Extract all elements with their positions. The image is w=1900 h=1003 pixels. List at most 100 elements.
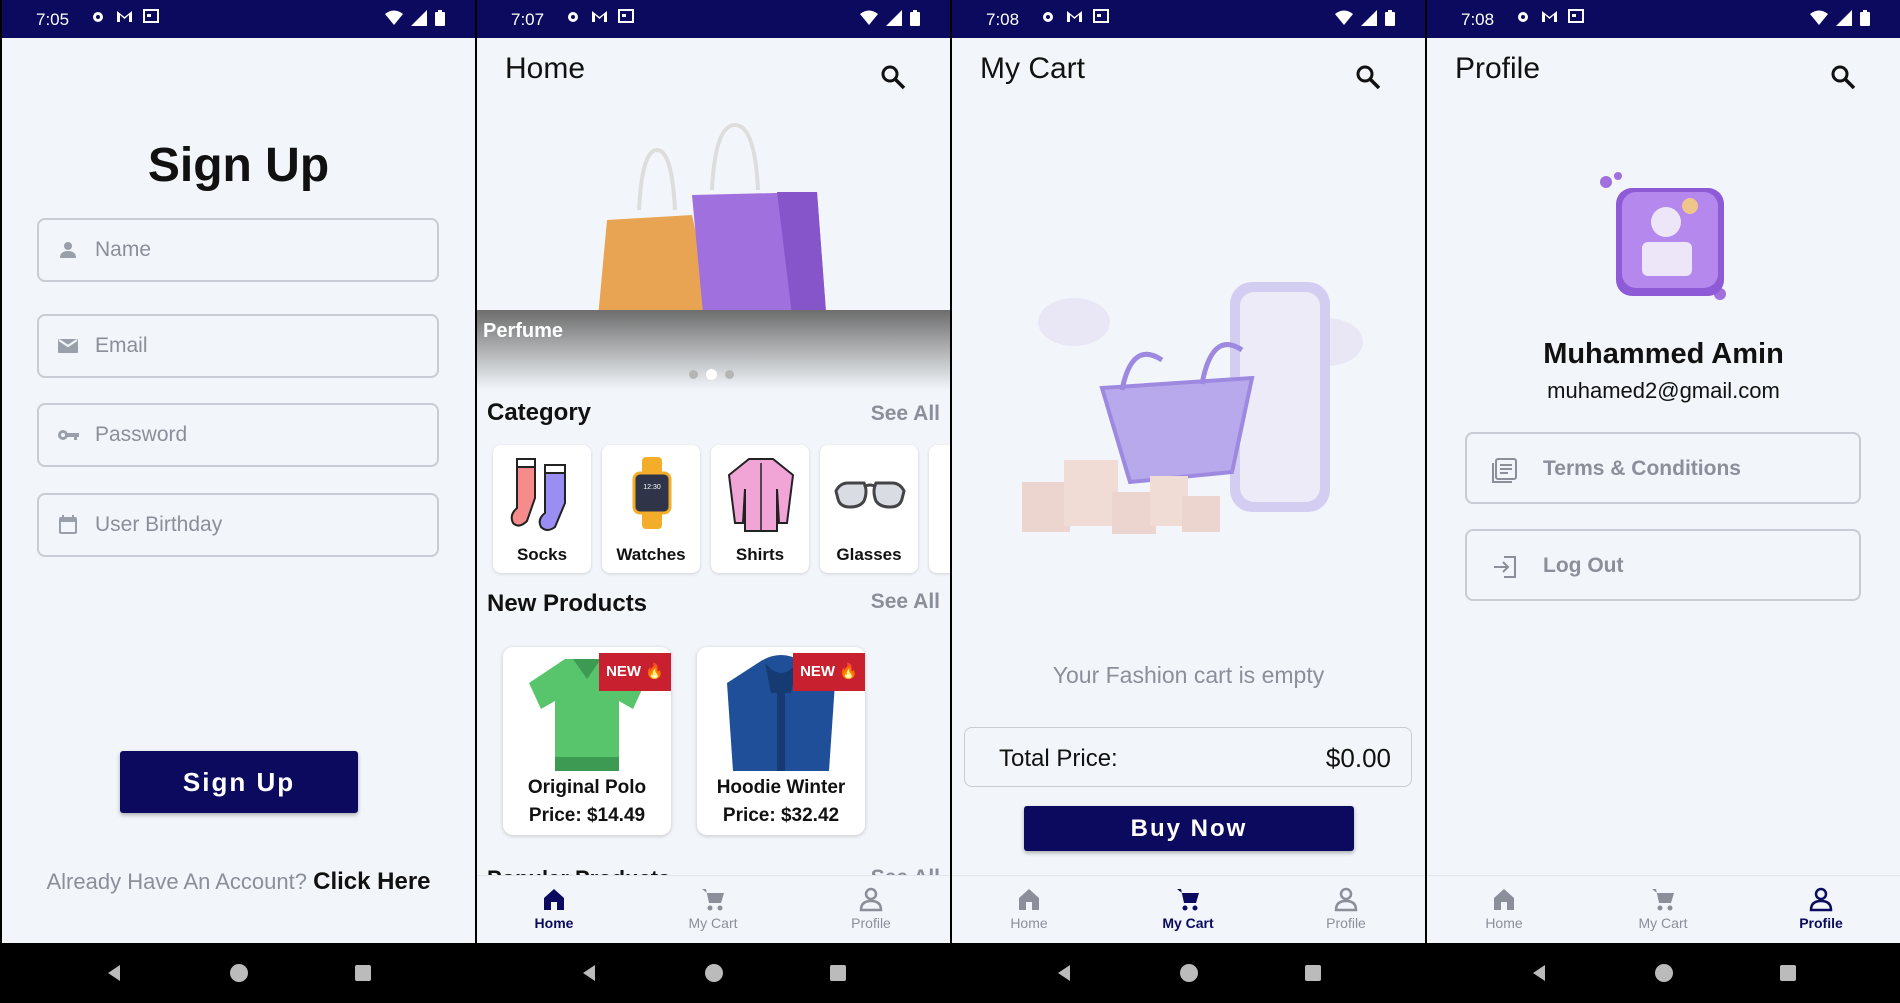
terms-conditions-button[interactable]: Terms & Conditions	[1465, 432, 1861, 504]
nav-cart[interactable]: My Cart	[653, 886, 773, 931]
gmail-icon	[1067, 11, 1082, 22]
total-value: $0.00	[1325, 743, 1391, 773]
recents-icon[interactable]	[1776, 961, 1800, 985]
password-field[interactable]	[37, 403, 439, 467]
product-price: Price: $14.49	[528, 805, 646, 826]
recents-icon[interactable]	[1301, 961, 1325, 985]
password-input[interactable]	[95, 405, 425, 465]
battery-icon	[435, 10, 445, 26]
nav-home[interactable]: Home	[969, 886, 1089, 931]
bottom-nav: Home My Cart Profile	[952, 875, 1425, 943]
logout-button[interactable]: Log Out	[1465, 529, 1861, 601]
calendar-icon	[59, 515, 77, 534]
back-icon[interactable]	[1052, 961, 1076, 985]
login-link[interactable]: Click Here	[313, 868, 430, 895]
back-icon[interactable]	[102, 961, 126, 985]
nav-label: Profile	[851, 915, 891, 931]
person-icon	[1334, 887, 1358, 912]
nav-label: Profile	[1326, 915, 1366, 931]
category-card-shirts[interactable]: Shirts	[711, 445, 809, 573]
category-title: Category	[487, 399, 592, 426]
back-icon[interactable]	[1527, 961, 1551, 985]
status-bar: 7:08	[952, 0, 1425, 38]
nav-profile[interactable]: Profile	[1761, 886, 1881, 931]
new-badge: NEW 🔥	[599, 653, 671, 691]
status-bar: 7:07	[477, 0, 950, 38]
home-circle-icon[interactable]	[1177, 961, 1201, 985]
product-card-polo[interactable]: NEW 🔥 Original Polo Price: $14.49	[503, 647, 671, 835]
cart-icon	[702, 889, 724, 911]
watch-icon: 12:30	[632, 457, 672, 529]
signal-icon	[1361, 10, 1377, 26]
status-time: 7:07	[511, 10, 545, 29]
empty-cart-message: Your Fashion cart is empty	[1052, 662, 1325, 688]
status-time: 7:05	[36, 10, 70, 29]
person-icon	[60, 242, 76, 258]
category-see-all[interactable]: See All	[871, 402, 940, 426]
category-card-glasses[interactable]: Glasses	[820, 445, 918, 573]
recents-icon[interactable]	[351, 961, 375, 985]
new-products-title: New Products	[487, 590, 648, 617]
buy-now-button[interactable]: Buy Now	[1024, 806, 1354, 851]
nav-profile[interactable]: Profile	[811, 886, 931, 931]
nav-home[interactable]: Home	[1444, 886, 1564, 931]
cart-icon	[1177, 889, 1199, 911]
home-circle-icon[interactable]	[702, 961, 726, 985]
nav-cart[interactable]: My Cart	[1128, 886, 1248, 931]
email-input[interactable]	[95, 316, 425, 376]
login-prompt-text: Already Have An Account?	[46, 869, 307, 894]
search-icon[interactable]	[878, 62, 908, 92]
document-icon	[1492, 458, 1517, 483]
nav-label: Home	[534, 915, 574, 931]
name-input[interactable]	[95, 220, 425, 280]
home-circle-icon[interactable]	[1652, 961, 1676, 985]
signup-button[interactable]: Sign Up	[120, 751, 358, 813]
gmail-icon	[1542, 11, 1557, 22]
nav-cart[interactable]: My Cart	[1603, 886, 1723, 931]
nav-profile[interactable]: Profile	[1286, 886, 1406, 931]
profile-screen: 7:08 Profile Muhammed Amin muhamed2@gmai…	[1427, 0, 1900, 1003]
battery-icon	[910, 10, 920, 26]
person-icon	[1809, 887, 1833, 912]
name-field[interactable]	[37, 218, 439, 282]
option-label: Log Out	[1543, 554, 1624, 577]
category-card-socks[interactable]: Socks	[493, 445, 591, 573]
page-title: Sign Up	[147, 139, 330, 192]
nav-label: My Cart	[688, 915, 738, 931]
carousel-dot[interactable]	[725, 370, 734, 379]
home-icon	[544, 889, 564, 910]
avatar	[1600, 172, 1726, 300]
home-circle-icon[interactable]	[227, 961, 251, 985]
gmail-icon	[592, 11, 607, 22]
carousel-dot-active[interactable]	[706, 369, 717, 380]
new-badge: NEW 🔥	[793, 653, 865, 691]
total-label: Total Price:	[999, 745, 1118, 772]
system-navbar	[2, 943, 475, 1003]
birthday-field[interactable]	[37, 493, 439, 557]
category-card-partial[interactable]	[929, 445, 950, 573]
product-name: Original Polo	[527, 777, 647, 798]
back-icon[interactable]	[577, 961, 601, 985]
email-field[interactable]	[37, 314, 439, 378]
status-bar: 7:08	[1427, 0, 1900, 38]
category-label: Glasses	[836, 545, 902, 564]
wifi-icon	[385, 10, 403, 25]
signup-screen: 7:05 Sign Up Sign Up Already Have An Acc…	[2, 0, 475, 1003]
search-icon[interactable]	[1828, 62, 1858, 92]
category-card-watches[interactable]: 12:30 Watches	[602, 445, 700, 573]
profile-name: Muhammed Amin	[1543, 338, 1784, 370]
glasses-icon	[834, 481, 906, 509]
birthday-input[interactable]	[95, 495, 425, 555]
signal-icon	[411, 10, 427, 26]
nav-home[interactable]: Home	[494, 886, 614, 931]
mail-icon	[58, 339, 78, 353]
gmail-icon	[117, 11, 132, 22]
nav-label: Home	[1485, 915, 1523, 931]
recents-icon[interactable]	[826, 961, 850, 985]
shirt-icon	[727, 458, 795, 532]
status-bar: 7:05	[2, 0, 475, 38]
carousel-dot[interactable]	[689, 370, 698, 379]
new-products-see-all[interactable]: See All	[871, 590, 940, 614]
search-icon[interactable]	[1353, 62, 1383, 92]
product-card-hoodie[interactable]: NEW 🔥 Hoodie Winter Price: $32.42	[697, 647, 865, 835]
